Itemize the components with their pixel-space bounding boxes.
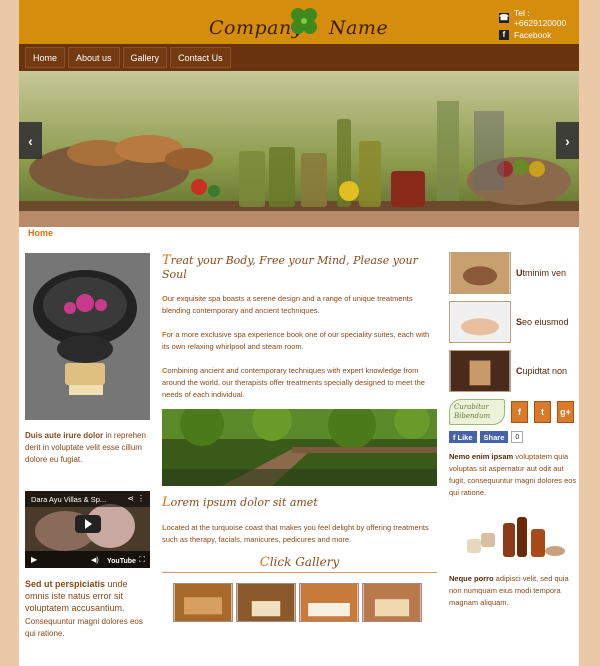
main-headline: Treat your Body, Free your Mind, Please … (162, 253, 437, 281)
fullscreen-icon[interactable]: ⛶ (139, 555, 145, 565)
logo-text-right: Name (328, 17, 389, 39)
h2-initial: L (162, 495, 171, 510)
left-block1-title: Duis aute irure dolor (25, 431, 104, 440)
curabitur-badge[interactable]: Curabitur Bibendum (449, 399, 505, 425)
p2-text: or a more exclusive spa experience book … (162, 330, 430, 351)
facebook-link[interactable]: Facebook (514, 30, 551, 40)
right-item-1[interactable]: Utminim ven (449, 252, 579, 294)
right-block1: Nemo enim ipsam voluptatem quia voluptas… (449, 451, 579, 499)
center-column: Treat your Body, Free your Mind, Please … (162, 253, 437, 622)
right-column: Utminim ven Seo eiusmod Cupidtat non Cur… (449, 252, 579, 609)
paragraph-4: Located at the turquoise coast that make… (162, 522, 437, 546)
badge-line2: Bibendum (454, 412, 491, 420)
badge-social-row: Curabitur Bibendum f t g+ (449, 399, 579, 425)
facebook-small-icon: f (453, 432, 456, 442)
header: Company Name ☎ Tel : +6629120000 f Facebo… (19, 0, 579, 44)
spa-products-image (459, 509, 569, 565)
right-item-label[interactable]: Cupidtat non (516, 366, 567, 376)
right-item-image (449, 301, 511, 343)
gallery-heading[interactable]: Click Gallery (162, 555, 437, 573)
youtube-logo[interactable]: YouTube (107, 558, 136, 565)
breadcrumb[interactable]: Home (28, 228, 53, 238)
gallery-thumb[interactable] (173, 583, 233, 622)
right-block2: Neque porro adipisci velit, sed quia non… (449, 573, 579, 609)
play-icon[interactable] (75, 515, 101, 533)
company-logo[interactable]: Company Name (209, 5, 388, 41)
right-item-image (449, 350, 511, 392)
paragraph-2: For a more exclusive spa experience book… (162, 329, 437, 353)
more-options-icon[interactable]: ⋮ (137, 494, 145, 503)
right-item-text: tminim ven (522, 268, 567, 278)
gallery-heading-text: lick Gallery (269, 555, 340, 569)
p1-text: ur exquisite spa boasts a serene design … (162, 294, 413, 315)
gallery-thumb[interactable] (236, 583, 296, 622)
main-nav: Home About us Gallery Contact Us (19, 44, 579, 71)
left-block2-title: Sed ut perspiciatis (25, 579, 106, 589)
video-play-control-icon[interactable]: ▶ (31, 555, 37, 564)
volume-icon[interactable]: ◀) (91, 556, 99, 564)
gallery-thumb[interactable] (362, 583, 422, 622)
gallery-thumb[interactable] (299, 583, 359, 622)
facebook-icon: f (499, 29, 509, 40)
badge-line1: Curabitur (454, 403, 489, 411)
right-item-text: eo eiusmod (522, 317, 569, 327)
right-item-2[interactable]: Seo eiusmod (449, 301, 579, 343)
right-block2-title: Neque porro (449, 574, 494, 583)
facebook-share-button[interactable]: Share (479, 431, 509, 443)
twitter-social-icon[interactable]: t (534, 401, 551, 423)
right-item-text: upidtat non (522, 366, 568, 376)
hero-slider: ‹ › (19, 71, 579, 227)
section-headline: Lorem ipsum dolor sit amet (162, 495, 437, 510)
page: Company Name ☎ Tel : +6629120000 f Facebo… (19, 0, 579, 666)
right-item-label[interactable]: Seo eiusmod (516, 317, 569, 327)
play-triangle (84, 519, 92, 529)
paragraph-1: Our exquisite spa boasts a serene design… (162, 293, 437, 317)
header-contact: ☎ Tel : +6629120000 f Facebook (499, 7, 579, 43)
facebook-share-row: f Like Share 0 (449, 431, 579, 443)
phone-text: Tel : +6629120000 (513, 7, 567, 28)
video-title: Dara Ayu Villas & Sp... (31, 495, 107, 504)
nav-about-us[interactable]: About us (68, 47, 120, 68)
right-item-image (449, 252, 511, 294)
nav-contact-us[interactable]: Contact Us (170, 47, 231, 68)
nav-home[interactable]: Home (25, 47, 66, 68)
facebook-like-button[interactable]: f Like (449, 431, 477, 443)
paragraph-3: Combining ancient and contemporary techn… (162, 365, 437, 401)
googleplus-social-icon[interactable]: g+ (557, 401, 574, 423)
h2-text: orem ipsum dolor sit amet (170, 496, 318, 509)
left-block2: Sed ut perspiciatis unde omnis iste natu… (25, 578, 150, 614)
p4-text: ocated at the turquoise coast that makes… (162, 523, 429, 544)
youtube-video[interactable]: Dara Ayu Villas & Sp... ⋖ ⋮ ▶ ◀) YouTube… (25, 491, 150, 568)
gallery-initial: C (259, 555, 270, 570)
right-item-3[interactable]: Cupidtat non (449, 350, 579, 392)
share-count: 0 (511, 431, 524, 443)
left-block1: Duis aute irure dolor in reprehen derit … (25, 430, 150, 466)
phone-row: ☎ Tel : +6629120000 (499, 7, 579, 28)
phone-icon: ☎ (499, 12, 509, 23)
forest-walkway-image (162, 409, 437, 486)
facebook-row[interactable]: f Facebook (499, 26, 579, 43)
hero-image (19, 71, 579, 227)
headline-text: reat your Body, Free your Mind, Please y… (162, 254, 418, 281)
left-block2-sub: Consequuntur magni dolores eos qui ratio… (25, 617, 143, 638)
hero-next-arrow[interactable]: › (556, 122, 579, 159)
spa-bowl-image (25, 253, 150, 420)
left-column: Duis aute irure dolor in reprehen derit … (25, 253, 150, 640)
headline-initial: T (162, 253, 171, 268)
right-block1-title: Nemo enim ipsam (449, 452, 514, 461)
gallery-strip (173, 583, 437, 622)
clover-logo-icon (291, 8, 317, 34)
right-item-label[interactable]: Utminim ven (516, 268, 566, 278)
p3-text: ombining ancient and contemporary techni… (162, 366, 425, 399)
hero-prev-arrow[interactable]: ‹ (19, 122, 42, 159)
share-icon[interactable]: ⋖ (127, 494, 134, 503)
like-label: Like (457, 432, 473, 442)
facebook-social-icon[interactable]: f (511, 401, 528, 423)
nav-gallery[interactable]: Gallery (122, 47, 168, 68)
